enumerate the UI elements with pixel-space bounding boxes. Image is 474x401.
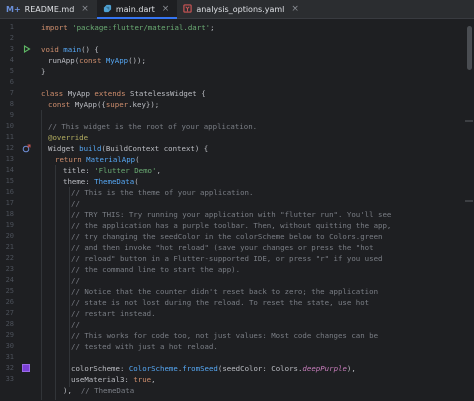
line-number: 10: [5, 122, 14, 130]
code-comment: // This widget is the root of your appli…: [48, 122, 258, 131]
line-number: 11: [5, 133, 14, 141]
code-comment: // reload" button in a Flutter-supported…: [71, 254, 383, 263]
tab-readme[interactable]: M+ README.md ×: [0, 0, 97, 18]
tab-label: analysis_options.yaml: [196, 4, 285, 14]
line-number: 26: [5, 298, 14, 306]
code-line: return MaterialApp(: [55, 155, 140, 164]
yaml-icon: [183, 3, 193, 15]
line-number: 31: [5, 353, 14, 361]
close-icon[interactable]: ×: [162, 4, 170, 14]
scroll-marker: [465, 120, 473, 122]
line-number: 15: [5, 177, 14, 185]
line-number: 30: [5, 342, 14, 350]
line-number: 6: [9, 78, 14, 86]
line-number: 18: [5, 210, 14, 218]
line-number: 7: [9, 89, 14, 97]
line-number: 20: [5, 232, 14, 240]
code-comment: //: [71, 199, 80, 208]
code-comment: // the command line to start the app).: [71, 265, 241, 274]
tab-main-dart[interactable]: main.dart ×: [96, 0, 178, 19]
code-line: title: 'Flutter Demo',: [63, 166, 161, 175]
tab-label: README.md: [24, 4, 75, 14]
line-number: 14: [5, 166, 14, 174]
indent-guide: [55, 165, 56, 400]
line-number: 23: [5, 265, 14, 273]
line-number-gutter: 1 2 3 4 5 6 7 8 9 10 11 12 13 14 15 16 1…: [0, 19, 33, 401]
line-number: 8: [9, 100, 14, 108]
code-comment: // and then invoke "hot reload" (save yo…: [71, 243, 374, 252]
tab-label: main.dart: [115, 4, 155, 14]
code-comment: // This is the theme of your application…: [71, 188, 254, 197]
code-comment: // Notice that the counter didn't reset …: [71, 287, 379, 296]
code-line: theme: ThemeData(: [63, 177, 139, 186]
line-number: 25: [5, 287, 14, 295]
line-number: 9: [9, 111, 14, 119]
tab-analysis-options[interactable]: analysis_options.yaml ×: [177, 0, 307, 18]
indent-guide: [41, 110, 42, 400]
line-number: 19: [5, 221, 14, 229]
line-number: 12: [5, 144, 14, 152]
code-line: runApp(const MyApp());: [48, 56, 146, 65]
code-line: colorScheme: ColorScheme.fromSeed(seedCo…: [71, 364, 356, 373]
override-icon[interactable]: [22, 144, 31, 153]
code-comment: // the application has a purple toolbar.…: [71, 221, 392, 230]
line-number: 32: [5, 364, 14, 372]
line-number: 2: [9, 34, 14, 42]
line-number: 17: [5, 199, 14, 207]
dart-icon: [103, 4, 112, 15]
code-comment: // tested with just a hot reload.: [71, 342, 218, 351]
code-comment: // state is not lost during the reload. …: [71, 298, 370, 307]
line-number: 13: [5, 155, 14, 163]
line-number: 5: [9, 67, 14, 75]
code-comment: // restart instead.: [71, 309, 156, 318]
code-line: void main() {: [41, 45, 99, 54]
close-icon[interactable]: ×: [81, 4, 89, 14]
indent-guide: [69, 187, 70, 387]
vertical-scrollbar[interactable]: [467, 26, 472, 70]
code-line: ), // ThemeData: [63, 386, 135, 395]
code-line: class MyApp extends StatelessWidget {: [41, 89, 206, 98]
code-comment: // try changing the seedColor in the col…: [71, 232, 383, 241]
scroll-marker: [465, 200, 473, 202]
editor-tab-bar: M+ README.md × main.dart × analysis_opti…: [0, 0, 474, 19]
line-number: 21: [5, 243, 14, 251]
line-number: 16: [5, 188, 14, 196]
code-editor[interactable]: import 'package:flutter/material.dart'; …: [33, 19, 462, 401]
run-icon[interactable]: [22, 45, 31, 54]
code-line: }: [41, 67, 46, 76]
code-comment: // TRY THIS: Try running your applicatio…: [71, 210, 392, 219]
code-line: import 'package:flutter/material.dart';: [41, 23, 215, 32]
code-line: @override: [48, 133, 89, 142]
code-comment: // This works for code too, not just val…: [71, 331, 379, 340]
line-number: 3: [9, 45, 14, 53]
code-comment: //: [71, 320, 80, 329]
line-number: 4: [9, 56, 14, 64]
line-number: 28: [5, 320, 14, 328]
line-number: 33: [5, 375, 14, 383]
line-number: 27: [5, 309, 14, 317]
code-line: useMaterial3: true,: [71, 375, 156, 384]
line-number: 22: [5, 254, 14, 262]
line-number: 1: [9, 23, 14, 31]
line-number: 29: [5, 331, 14, 339]
code-line: const MyApp({super.key});: [48, 100, 160, 109]
color-swatch-icon[interactable]: [22, 364, 31, 373]
code-line: Widget build(BuildContext context) {: [48, 144, 209, 153]
code-comment: //: [71, 276, 80, 285]
close-icon[interactable]: ×: [291, 4, 299, 14]
line-number: 24: [5, 276, 14, 284]
markdown-icon: M+: [6, 4, 21, 14]
